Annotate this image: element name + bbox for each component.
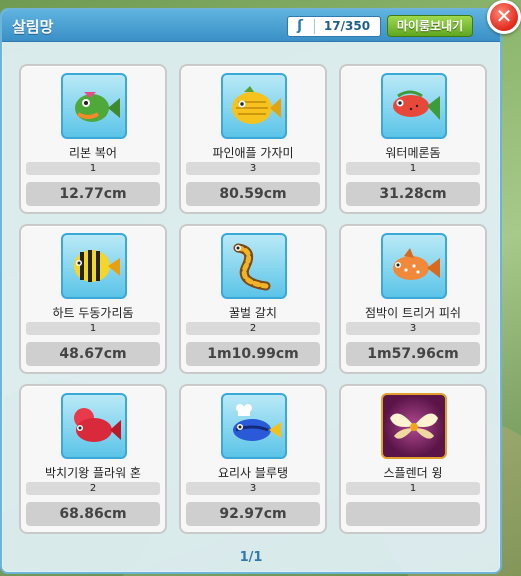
fish-card[interactable]: 스플렌더 윙 1: [339, 384, 487, 534]
spotted-triggerfish-icon: [381, 233, 447, 299]
fish-count: 3: [186, 482, 320, 495]
fish-name: 파인애플 가자미: [212, 146, 294, 160]
capacity-counter: ʃ 17/350: [287, 16, 381, 37]
fish-size: 92.97cm: [186, 502, 320, 526]
fish-count: 2: [186, 322, 320, 335]
fish-name: 워터메론돔: [385, 146, 441, 160]
bee-hairtail-icon: [221, 233, 287, 299]
fish-count: 1: [346, 162, 480, 175]
fish-card[interactable]: 파인애플 가자미 3 80.59cm: [179, 64, 327, 214]
title-bar[interactable]: 살림망 ʃ 17/350 마이룸보내기: [2, 10, 500, 42]
fish-card[interactable]: 리본 복어 1 12.77cm: [19, 64, 167, 214]
fish-size: 48.67cm: [26, 342, 160, 366]
fish-card[interactable]: 점박이 트리거 피쉬 3 1m57.96cm: [339, 224, 487, 374]
fish-card[interactable]: 박치기왕 플라워 혼 2 68.86cm: [19, 384, 167, 534]
hook-icon: ʃ: [297, 18, 303, 34]
fish-size: 1m10.99cm: [186, 342, 320, 366]
fish-size: 1m57.96cm: [346, 342, 480, 366]
fish-name: 점박이 트리거 피쉬: [365, 306, 461, 320]
fish-size: 68.86cm: [26, 502, 160, 526]
fish-size: 80.59cm: [186, 182, 320, 206]
fish-name: 리본 복어: [69, 146, 117, 160]
fish-card[interactable]: 요리사 블루탱 3 92.97cm: [179, 384, 327, 534]
page-indicator: 1/1: [239, 550, 263, 565]
heart-butterflyfish-icon: [61, 233, 127, 299]
window-title: 살림망: [12, 18, 54, 36]
fish-card[interactable]: 워터메론돔 1 31.28cm: [339, 64, 487, 214]
capacity-divider: [314, 19, 315, 34]
flowerhorn-icon: [61, 393, 127, 459]
chef-bluetang-icon: [221, 393, 287, 459]
capacity-value: 17/350: [323, 19, 371, 33]
fish-name: 하트 두동가리돔: [52, 306, 134, 320]
fish-count: 3: [346, 322, 480, 335]
fish-count: 2: [26, 482, 160, 495]
send-to-myroom-button[interactable]: 마이룸보내기: [387, 15, 473, 37]
fish-count: 1: [26, 322, 160, 335]
keep-net-window: 살림망 ʃ 17/350 마이룸보내기 리본 복어 1 12.77cm 파인애플…: [0, 8, 502, 574]
fish-name: 요리사 블루탱: [217, 466, 289, 480]
fish-name: 꿀벌 갈치: [229, 306, 277, 320]
close-button[interactable]: ✕: [487, 0, 521, 34]
fish-size: [346, 502, 480, 526]
fish-size: 31.28cm: [346, 182, 480, 206]
watermelon-snapper-icon: [381, 73, 447, 139]
ribbon-pufferfish-icon: [61, 73, 127, 139]
fish-card[interactable]: 꿀벌 갈치 2 1m10.99cm: [179, 224, 327, 374]
fish-count: 3: [186, 162, 320, 175]
fish-size: 12.77cm: [26, 182, 160, 206]
fish-name: 박치기왕 플라워 혼: [45, 466, 141, 480]
fish-name: 스플렌더 윙: [383, 466, 443, 480]
fish-card[interactable]: 하트 두동가리돔 1 48.67cm: [19, 224, 167, 374]
fish-count: 1: [26, 162, 160, 175]
pineapple-flounder-icon: [221, 73, 287, 139]
fish-count: 1: [346, 482, 480, 495]
splendor-wing-icon: [381, 393, 447, 459]
